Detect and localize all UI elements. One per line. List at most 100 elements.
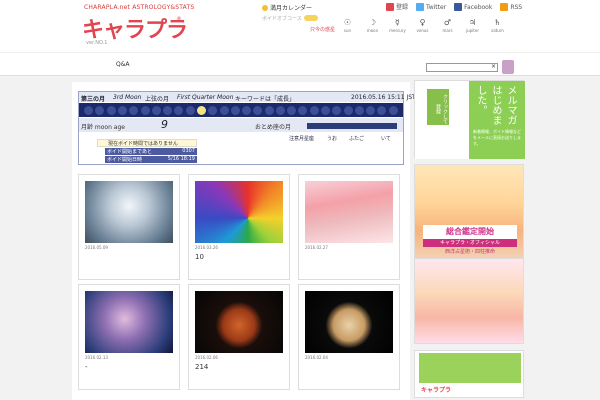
reading-label: 総合鑑定開始 <box>423 225 517 239</box>
qa-link[interactable]: Q&A <box>116 61 130 68</box>
phase-icon <box>174 105 184 115</box>
post-caption[interactable]: - <box>85 363 88 371</box>
void-toggle[interactable]: ボイドオブコース <box>262 15 318 22</box>
twitter-link[interactable]: Twitter <box>416 2 446 11</box>
moon-age-row: 月齢 moon age 9 おとめ座の月 <box>79 118 403 132</box>
version-text: ver.NO.1 <box>86 40 108 46</box>
phase-icon <box>140 105 150 115</box>
planet-name: jupiter <box>466 28 479 33</box>
phase-icon <box>309 105 319 115</box>
register-link[interactable]: 登録 <box>386 2 408 11</box>
clear-icon[interactable]: × <box>491 63 496 70</box>
link-pisces[interactable]: うお <box>327 135 337 142</box>
post-card[interactable]: 2016.02.13 - <box>78 284 180 390</box>
planet-moon[interactable]: ☽ moon <box>363 18 382 34</box>
facebook-icon <box>454 2 463 11</box>
post-thumbnail[interactable] <box>305 181 393 243</box>
logo-block[interactable]: CHARAPLA.net ASTROLOGY&STATS キャラプラ ® ver… <box>72 2 262 50</box>
post-date: 2016.02.13 <box>85 355 108 360</box>
current-phase-icon <box>196 105 206 115</box>
sun-icon: ☉ <box>343 18 352 27</box>
search-button[interactable] <box>502 60 514 74</box>
link-sagittarius[interactable]: いて <box>381 135 391 142</box>
void-label: ボイドオブコース <box>262 16 302 22</box>
planet-sun[interactable]: ☉ sun <box>338 18 357 34</box>
post-thumbnail[interactable] <box>85 181 173 243</box>
phase-jp: 上弦の月 <box>145 96 170 103</box>
planet-venus[interactable]: ♀ venus <box>413 18 432 34</box>
link-caution[interactable]: 注意月星座 <box>289 135 314 142</box>
tagline: CHARAPLA.net ASTROLOGY&STATS <box>84 4 195 11</box>
post-date: 2016.02.04 <box>305 355 328 360</box>
phase-icon <box>366 105 376 115</box>
facebook-link[interactable]: Facebook <box>454 2 492 11</box>
phase-icon <box>321 105 331 115</box>
phase-en2: First Quarter Moon <box>177 94 234 101</box>
moon-glyph-icon: ☽ <box>368 18 377 27</box>
newsletter-right: メルマガはじめました。 新着情報、ボイド情報などをメールに直接お送りします。 <box>469 81 525 159</box>
phase-icon <box>343 105 353 115</box>
phase-name: 第三の月 <box>81 96 106 103</box>
void-start-row: ボイド開始日時 5/16 18:19 <box>105 156 197 163</box>
moon-phase-strip <box>79 103 403 117</box>
post-caption[interactable]: 10 <box>195 253 204 261</box>
planet-name: sun <box>343 28 352 33</box>
reading-banner[interactable]: 総合鑑定開始 キャラプラ・オフィシャル 西洋占星術・四柱推命 <box>414 164 524 260</box>
post-card[interactable]: 2016.02.27 <box>298 174 400 280</box>
post-card[interactable]: 2016.02.06 214 <box>188 284 290 390</box>
planet-name: mercury <box>389 28 406 33</box>
phase-icon <box>354 105 364 115</box>
phase-icon <box>106 105 116 115</box>
phase-icon <box>163 105 173 115</box>
subscribe-button[interactable]: クリックして登録 <box>427 89 449 125</box>
planet-saturn[interactable]: ♄ saturn <box>488 18 507 34</box>
post-date: 2016.02.27 <box>305 245 328 250</box>
post-card[interactable]: 2016.03.26 10 <box>188 174 290 280</box>
planet-jupiter[interactable]: ♃ jupiter <box>463 18 482 34</box>
post-thumbnail[interactable] <box>305 291 393 353</box>
phase-icon <box>377 105 387 115</box>
jupiter-icon: ♃ <box>468 18 477 27</box>
post-thumbnail[interactable] <box>195 291 283 353</box>
moon-icon <box>262 5 268 11</box>
post-date: 2016.02.06 <box>195 355 218 360</box>
void-status: 現在ボイド時間ではありません <box>97 139 197 147</box>
planet-mercury[interactable]: ☿ mercury <box>388 18 407 34</box>
keyword: キーワードは「成長」 <box>235 96 296 103</box>
register-icon <box>386 3 394 11</box>
post-thumbnail[interactable] <box>195 181 283 243</box>
brand-banner-graphic <box>419 353 521 383</box>
phase-icon <box>219 105 229 115</box>
rss-link[interactable]: RSS <box>500 2 522 11</box>
mercury-icon: ☿ <box>395 18 400 27</box>
planet-title: 只今の惑星 <box>310 27 336 33</box>
social-links: 登録 Twitter Facebook RSS <box>386 2 522 11</box>
reading-sub2: 西洋占星術・四柱推命 <box>444 249 495 255</box>
illustration-banner[interactable] <box>414 258 524 344</box>
phase-icon <box>129 105 139 115</box>
planet-name: moon <box>366 28 379 33</box>
link-gemini[interactable]: ふたご <box>349 135 364 142</box>
void-until-row: ボイド開始まであと 0307 <box>105 148 197 155</box>
planet-mars[interactable]: ♂ mars <box>438 18 457 34</box>
mars-icon: ♂ <box>443 18 452 27</box>
post-date: 2016.05.09 <box>85 245 108 250</box>
moon-calendar-label: 満月カレンダー <box>270 5 313 12</box>
brand-text: キャラプラ <box>421 387 452 394</box>
post-card[interactable]: 2016.05.09 <box>78 174 180 280</box>
post-thumbnail[interactable] <box>85 291 173 353</box>
phase-icon <box>208 105 218 115</box>
brand-banner[interactable]: キャラプラ <box>414 350 524 398</box>
phase-icon <box>84 105 94 115</box>
phase-icon <box>287 105 297 115</box>
search-input[interactable]: × <box>426 63 498 72</box>
recommend[interactable]: おとめ座の月 <box>255 122 291 131</box>
age-value: 9 <box>161 118 168 131</box>
newsletter-banner[interactable]: クリックして登録 メルマガはじめました。 新着情報、ボイド情報などをメールに直接… <box>414 80 525 159</box>
moon-calendar-link[interactable]: 満月カレンダー <box>262 3 312 12</box>
toggle-switch[interactable] <box>303 15 318 21</box>
post-card[interactable]: 2016.02.04 <box>298 284 400 390</box>
post-caption[interactable]: 214 <box>195 363 208 371</box>
moon-progress-bar <box>307 123 397 129</box>
sidebar: クリックして登録 メルマガはじめました。 新着情報、ボイド情報などをメールに直接… <box>414 80 525 400</box>
